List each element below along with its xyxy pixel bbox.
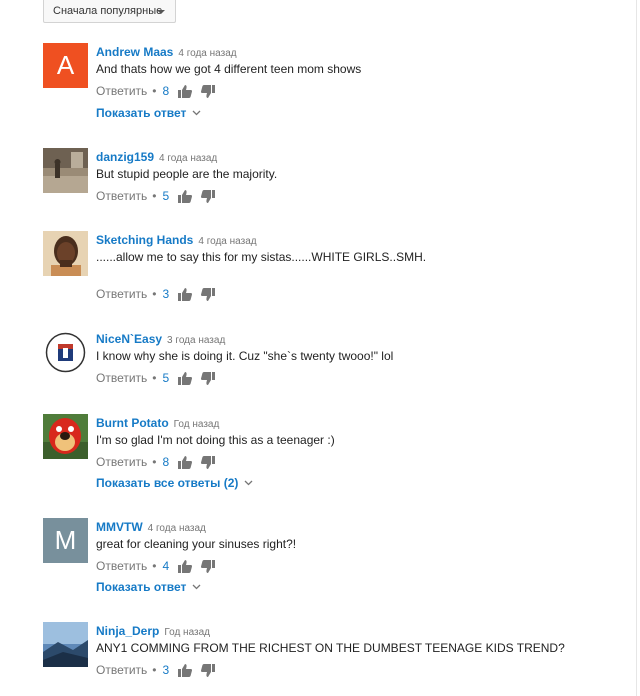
comment-author[interactable]: NiceN`Easy	[96, 332, 162, 346]
avatar-image	[43, 231, 88, 276]
show-all-replies-link[interactable]: Показать все ответы (2)	[96, 476, 253, 490]
like-count: 3	[162, 663, 170, 677]
comment-time[interactable]: Год назад	[164, 627, 210, 638]
like-count: 4	[162, 559, 170, 573]
like-count: 5	[162, 371, 170, 385]
comment-author[interactable]: Andrew Maas	[96, 45, 173, 59]
separator-dot: •	[152, 559, 157, 573]
avatar-image	[43, 148, 88, 193]
comment-text: ......allow me to say this for my sistas…	[96, 250, 427, 264]
sort-dropdown[interactable]: Сначала популярные	[43, 0, 176, 23]
comment-author[interactable]: Sketching Hands	[96, 233, 193, 247]
comment-text: But stupid people are the majority.	[96, 167, 278, 181]
avatar-image	[43, 622, 88, 667]
reply-button[interactable]: Ответить	[96, 84, 147, 98]
like-count: 5	[162, 189, 170, 203]
avatar-letter: A	[43, 43, 88, 88]
chevron-down-icon	[192, 110, 201, 116]
thumbs-down-icon[interactable]	[201, 371, 216, 385]
like-count: 8	[162, 455, 170, 469]
reply-button[interactable]: Ответить	[96, 663, 147, 677]
chevron-down-icon	[244, 480, 253, 486]
caret-down-icon	[157, 10, 165, 14]
comment-author[interactable]: MMVTW	[96, 520, 143, 534]
reply-button[interactable]: Ответить	[96, 559, 147, 573]
avatar[interactable]	[43, 148, 88, 193]
show-replies-label: Показать ответ	[96, 580, 187, 594]
thumbs-up-icon[interactable]	[178, 455, 193, 469]
avatar[interactable]: M	[43, 518, 88, 563]
comment-time[interactable]: Год назад	[174, 419, 220, 430]
comment-text: I know why she is doing it. Cuz "she`s t…	[96, 349, 394, 363]
thumbs-down-icon[interactable]	[201, 663, 216, 677]
avatar[interactable]	[43, 622, 88, 667]
separator-dot: •	[152, 84, 157, 98]
thumbs-down-icon[interactable]	[201, 559, 216, 573]
comment-time[interactable]: 4 года назад	[178, 48, 236, 59]
comment-text: I'm so glad I'm not doing this as a teen…	[96, 433, 335, 447]
comment-author[interactable]: Ninja_Derp	[96, 624, 159, 638]
sort-label: Сначала популярные	[53, 5, 163, 17]
show-replies-link[interactable]: Показать ответ	[96, 106, 201, 120]
comment-time[interactable]: 4 года назад	[198, 236, 256, 247]
chevron-down-icon	[192, 584, 201, 590]
comment-text: great for cleaning your sinuses right?!	[96, 537, 297, 551]
comment-time[interactable]: 4 года назад	[148, 523, 206, 534]
avatar-image	[43, 414, 88, 459]
avatar[interactable]	[43, 231, 88, 276]
thumbs-up-icon[interactable]	[178, 84, 193, 98]
avatar-image	[43, 330, 88, 375]
thumbs-down-icon[interactable]	[201, 287, 216, 301]
separator-dot: •	[152, 663, 157, 677]
avatar[interactable]	[43, 330, 88, 375]
avatar[interactable]: A	[43, 43, 88, 88]
separator-dot: •	[152, 287, 157, 301]
comment-author[interactable]: Burnt Potato	[96, 416, 169, 430]
comment-time[interactable]: 3 года назад	[167, 335, 225, 346]
thumbs-down-icon[interactable]	[201, 455, 216, 469]
show-replies-link[interactable]: Показать ответ	[96, 580, 201, 594]
like-count: 3	[162, 287, 170, 301]
separator-dot: •	[152, 371, 157, 385]
thumbs-down-icon[interactable]	[201, 189, 216, 203]
avatar[interactable]	[43, 414, 88, 459]
thumbs-down-icon[interactable]	[201, 84, 216, 98]
like-count: 8	[162, 84, 170, 98]
separator-dot: •	[152, 455, 157, 469]
reply-button[interactable]: Ответить	[96, 287, 147, 301]
show-replies-label: Показать все ответы (2)	[96, 476, 239, 490]
thumbs-up-icon[interactable]	[178, 371, 193, 385]
separator-dot: •	[152, 189, 157, 203]
comment-text: And thats how we got 4 different teen mo…	[96, 62, 362, 76]
thumbs-up-icon[interactable]	[178, 287, 193, 301]
avatar-letter: M	[43, 518, 88, 563]
comment-text: ANY1 COMMING FROM THE RICHEST ON THE DUM…	[96, 641, 565, 655]
comment-time[interactable]: 4 года назад	[159, 153, 217, 164]
thumbs-up-icon[interactable]	[178, 663, 193, 677]
reply-button[interactable]: Ответить	[96, 371, 147, 385]
reply-button[interactable]: Ответить	[96, 189, 147, 203]
thumbs-up-icon[interactable]	[178, 189, 193, 203]
reply-button[interactable]: Ответить	[96, 455, 147, 469]
comment-author[interactable]: danzig159	[96, 150, 154, 164]
show-replies-label: Показать ответ	[96, 106, 187, 120]
thumbs-up-icon[interactable]	[178, 559, 193, 573]
divider	[636, 0, 637, 696]
